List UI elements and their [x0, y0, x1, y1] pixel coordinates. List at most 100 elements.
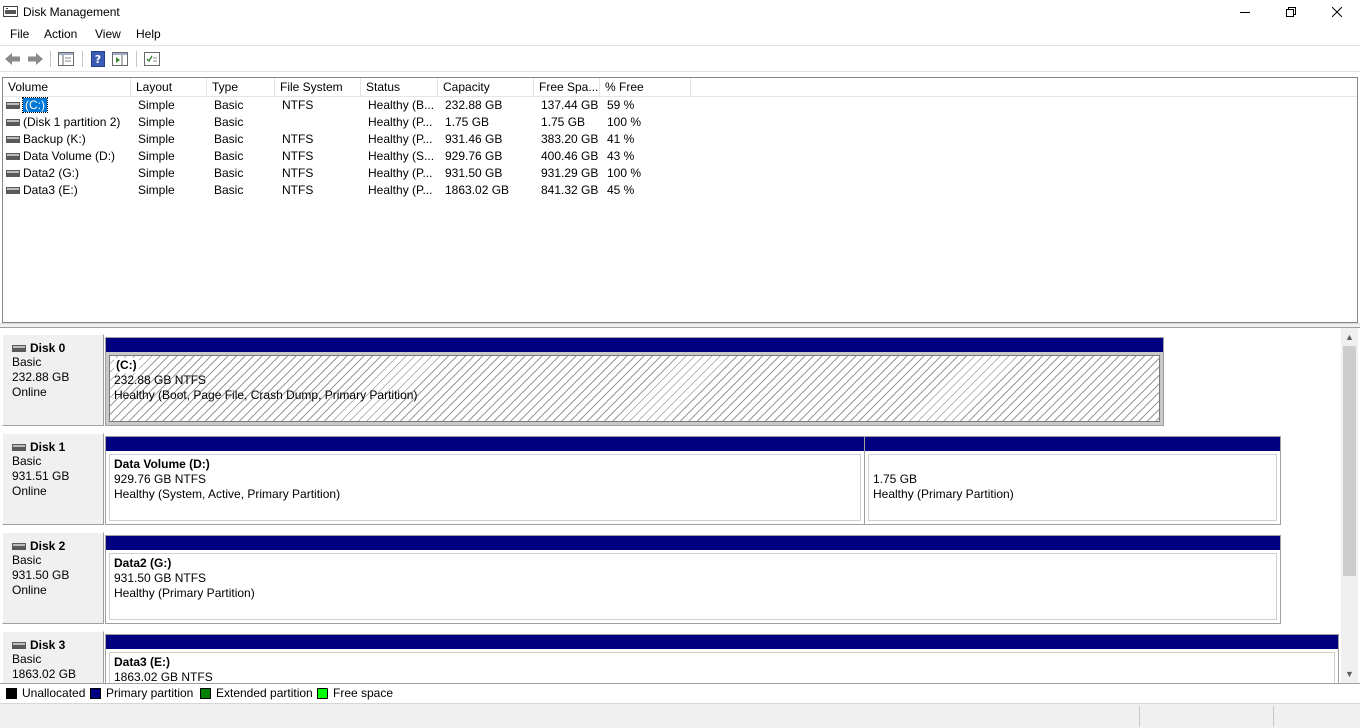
disk-drive-icon: [12, 345, 26, 352]
cell-file-system: NTFS: [282, 183, 314, 197]
legend-label: Primary partition: [106, 686, 194, 700]
cell-free-space: 137.44 GB: [541, 98, 599, 112]
table-row[interactable]: Data Volume (D:) Simple Basic NTFS Healthy (…: [3, 148, 703, 165]
table-row[interactable]: (C:) Simple Basic NTFS Healthy (B... 232.88 G…: [3, 97, 703, 114]
disk-row: Disk 3 Basic 1863.02 GB Data3 (E:) 1863.…: [2, 625, 1342, 683]
title-bar: Disk Management: [0, 0, 1360, 24]
partition-data2-g[interactable]: Data2 (G:) 931.50 GB NTFS Healthy (Prima…: [105, 535, 1281, 624]
disk-size: 931.50 GB: [12, 568, 70, 582]
volume-list[interactable]: Volume Layout Type File System Status Ca…: [2, 77, 1358, 323]
partition-c[interactable]: (C:) 232.88 GB NTFS Healthy (Boot, Page …: [105, 337, 1164, 426]
cell-layout: Simple: [138, 98, 175, 112]
volume-icon: [6, 102, 20, 109]
primary-partition-bar: [106, 437, 864, 451]
svg-text:?: ?: [95, 53, 101, 66]
cell-volume: Data3 (E:): [23, 183, 78, 197]
scroll-up-arrow-icon[interactable]: ▲: [1345, 333, 1354, 342]
cell-type: Basic: [214, 115, 244, 129]
legend-label: Unallocated: [22, 686, 86, 700]
toolbar-separator: [136, 51, 137, 67]
cell-volume: Data2 (G:): [23, 166, 80, 180]
column-header-capacity[interactable]: Capacity: [438, 78, 534, 96]
cell-layout: Simple: [138, 115, 175, 129]
cell-type: Basic: [214, 149, 244, 163]
disk-type: Basic: [12, 355, 42, 369]
cell-type: Basic: [214, 132, 244, 146]
column-header-status[interactable]: Status: [361, 78, 438, 96]
partition-name: (C:): [114, 358, 139, 373]
column-header-file-system[interactable]: File System: [275, 78, 361, 96]
restore-button[interactable]: [1268, 0, 1314, 24]
disk-type: Basic: [12, 454, 42, 468]
cell-free-space: 931.29 GB: [541, 166, 599, 180]
cell-status: Healthy (B...: [368, 98, 435, 112]
show-hide-console-tree-button[interactable]: [57, 50, 75, 68]
column-header-volume[interactable]: Volume: [3, 78, 131, 96]
partition-name-wrap: (C:): [114, 358, 1155, 373]
partition-name: Data3 (E:): [114, 655, 171, 669]
primary-partition-bar: [106, 338, 1163, 352]
status-bar-separator: [1139, 706, 1140, 727]
scrollbar-thumb[interactable]: [1343, 346, 1356, 576]
disk-size: 1863.02 GB: [12, 667, 77, 681]
legend: Unallocated Primary partition Extended p…: [0, 683, 1360, 702]
partition-status: Healthy (Primary Partition): [114, 586, 255, 600]
cell-status: Healthy (P...: [368, 132, 433, 146]
cell-file-system: NTFS: [282, 98, 314, 112]
disk-size: 931.51 GB: [12, 469, 70, 483]
legend-label: Extended partition: [216, 686, 313, 700]
back-button[interactable]: [4, 50, 22, 68]
disk-graphical-view: Disk 0 Basic 232.88 GB Online (C:) 232.8…: [2, 328, 1358, 683]
disk-info-disk-0[interactable]: Disk 0 Basic 232.88 GB Online: [2, 334, 104, 426]
partition-data3-e[interactable]: Data3 (E:) 1863.02 GB NTFS: [105, 634, 1339, 683]
disk-info-disk-1[interactable]: Disk 1 Basic 931.51 GB Online: [2, 433, 104, 525]
cell-capacity: 232.88 GB: [445, 98, 503, 112]
disk-name-text: Disk 3: [30, 638, 66, 652]
cell-percent-free: 41 %: [607, 132, 635, 146]
partition-name: [873, 457, 1272, 472]
vertical-scrollbar[interactable]: ▲ ▼: [1341, 328, 1358, 683]
back-arrow-icon: [5, 53, 20, 65]
cell-layout: Simple: [138, 149, 175, 163]
cell-layout: Simple: [138, 166, 175, 180]
column-header-free-space[interactable]: Free Spa...: [534, 78, 600, 96]
cell-free-space: 841.32 GB: [541, 183, 599, 197]
close-button[interactable]: [1314, 0, 1360, 24]
properties-icon: [144, 52, 160, 66]
table-row[interactable]: Backup (K:) Simple Basic NTFS Healthy (P... 9…: [3, 131, 703, 148]
menu-action[interactable]: Action: [44, 27, 77, 41]
legend-item-unallocated: Unallocated: [6, 686, 85, 700]
column-header-percent-free[interactable]: % Free: [600, 78, 691, 96]
column-header-type[interactable]: Type: [207, 78, 275, 96]
disk-info-disk-2[interactable]: Disk 2 Basic 931.50 GB Online: [2, 532, 104, 624]
partition-disk-1-partition-2[interactable]: 1.75 GB Healthy (Primary Partition): [864, 436, 1281, 525]
cell-capacity: 929.76 GB: [445, 149, 503, 163]
help-button[interactable]: ?: [89, 50, 107, 68]
table-row[interactable]: Data3 (E:) Simple Basic NTFS Healthy (P... 18…: [3, 182, 703, 199]
cell-free-space: 1.75 GB: [541, 115, 586, 129]
menu-help[interactable]: Help: [136, 27, 161, 41]
disk-name: Disk 3: [12, 638, 103, 652]
show-action-pane-icon: [112, 52, 128, 66]
status-bar: [0, 703, 1360, 728]
disk-info-disk-3[interactable]: Disk 3 Basic 1863.02 GB: [2, 631, 104, 683]
partition-data-volume-d[interactable]: Data Volume (D:) 929.76 GB NTFS Healthy …: [105, 436, 865, 525]
menu-file[interactable]: File: [10, 27, 29, 41]
scroll-down-arrow-icon[interactable]: ▼: [1345, 670, 1354, 679]
volume-icon: [6, 170, 20, 177]
cell-status: Healthy (P...: [368, 183, 433, 197]
cell-status: Healthy (P...: [368, 115, 433, 129]
table-row[interactable]: Data2 (G:) Simple Basic NTFS Healthy (P... 93…: [3, 165, 703, 182]
minimize-button[interactable]: [1222, 0, 1268, 24]
forward-arrow-icon: [28, 53, 43, 65]
column-header-layout[interactable]: Layout: [131, 78, 207, 96]
table-row[interactable]: (Disk 1 partition 2) Simple Basic Healthy (…: [3, 114, 703, 131]
cell-percent-free: 59 %: [607, 98, 635, 112]
forward-button[interactable]: [26, 50, 44, 68]
show-hide-action-pane-button[interactable]: [111, 50, 129, 68]
disk-row: Disk 0 Basic 232.88 GB Online (C:) 232.8…: [2, 328, 1342, 426]
partition-name: Data2 (G:): [114, 556, 172, 570]
volume-icon: [6, 119, 20, 126]
properties-button[interactable]: [143, 50, 161, 68]
menu-view[interactable]: View: [95, 27, 121, 41]
